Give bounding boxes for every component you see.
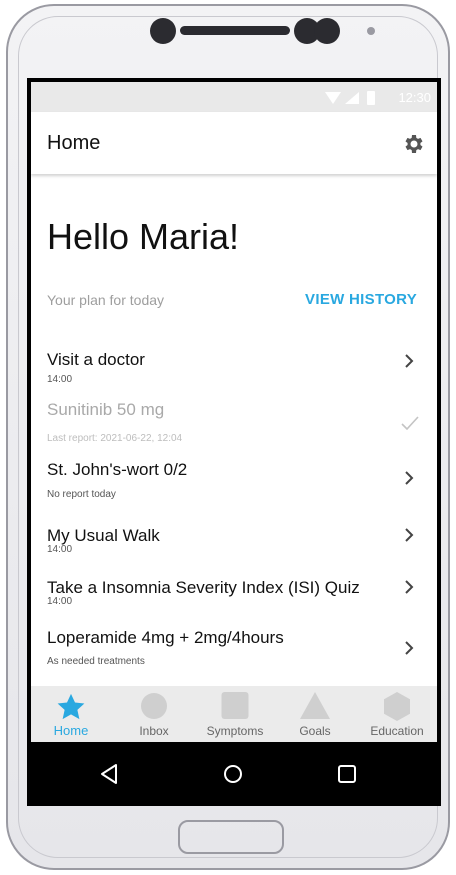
plan-item-loperamide[interactable]: Loperamide 4mg + 2mg/4hours As needed tr… (31, 628, 437, 678)
nav-label: Symptoms (206, 724, 264, 738)
square-icon (221, 692, 249, 719)
plan-item-subtitle: 14:00 (47, 544, 73, 555)
signal-icon (345, 92, 359, 104)
chevron-right-icon (405, 641, 414, 655)
phone-screen: 12:30 Home Hello Maria! Your plan for to… (27, 78, 441, 806)
view-history-link[interactable]: VIEW HISTORY (305, 291, 417, 308)
chevron-right-icon (405, 580, 414, 594)
wifi-icon (325, 92, 341, 104)
back-icon[interactable] (97, 762, 121, 786)
plan-item-subtitle: As needed treatments (47, 656, 145, 667)
sensor-dot-icon (314, 18, 340, 44)
nav-tab-goals[interactable]: Goals (275, 686, 355, 742)
nav-label: Inbox (139, 724, 169, 738)
triangle-icon (300, 692, 330, 719)
status-icons (325, 91, 375, 105)
plan-item-isi-quiz[interactable]: Take a Insomnia Severity Index (ISI) Qui… (31, 578, 437, 628)
page-title: Home (47, 132, 101, 154)
nav-tab-symptoms[interactable]: Symptoms (195, 686, 275, 742)
plan-item-st-johns-wort[interactable]: St. John's-wort 0/2 No report today (31, 460, 437, 510)
recents-icon[interactable] (335, 762, 359, 786)
home-icon[interactable] (221, 762, 245, 786)
nav-tab-home[interactable]: Home (31, 686, 111, 742)
plan-item-subtitle: 14:00 (47, 596, 73, 607)
greeting-heading: Hello Maria! (47, 216, 240, 257)
plan-item-sunitinib[interactable]: Sunitinib 50 mg Last report: 2021-06-22,… (31, 400, 437, 450)
plan-item-title: My Usual Walk (47, 526, 160, 545)
chevron-right-icon (405, 471, 414, 485)
status-bar: 12:30 (31, 82, 437, 112)
plan-item-subtitle: 14:00 (47, 374, 73, 385)
plan-item-title: Visit a doctor (47, 350, 145, 369)
bottom-navigation: Home Inbox Symptoms Goals Education (31, 686, 437, 742)
plan-item-subtitle: Last report: 2021-06-22, 12:04 (47, 433, 183, 444)
earpiece-speaker (180, 26, 290, 35)
home-content: Hello Maria! Your plan for today VIEW HI… (31, 174, 437, 686)
front-camera-icon (150, 18, 176, 44)
app-bar: Home (31, 112, 437, 174)
gear-icon[interactable] (401, 132, 425, 156)
proximity-sensor-icon (367, 27, 375, 35)
hardware-home-button[interactable] (178, 820, 284, 854)
hexagon-icon (384, 692, 410, 721)
status-time: 12:30 (398, 90, 431, 105)
plan-item-visit-doctor[interactable]: Visit a doctor 14:00 (31, 350, 437, 400)
plan-label: Your plan for today (47, 292, 165, 308)
star-icon (57, 693, 85, 720)
circle-icon (141, 693, 167, 719)
nav-tab-education[interactable]: Education (357, 686, 437, 742)
chevron-right-icon (405, 354, 414, 368)
nav-label: Goals (299, 724, 331, 738)
plan-item-usual-walk[interactable]: My Usual Walk 14:00 (31, 526, 437, 576)
nav-label: Home (53, 723, 89, 738)
nav-tab-inbox[interactable]: Inbox (114, 686, 194, 742)
plan-item-subtitle: No report today (47, 489, 116, 500)
plan-item-title: Loperamide 4mg + 2mg/4hours (47, 628, 284, 647)
battery-icon (367, 91, 375, 105)
plan-item-title: St. John's-wort 0/2 (47, 460, 188, 479)
chevron-right-icon (405, 528, 414, 542)
plan-item-title: Sunitinib 50 mg (47, 400, 165, 419)
plan-item-title: Take a Insomnia Severity Index (ISI) Qui… (47, 578, 360, 597)
system-navigation-bar (27, 742, 441, 806)
checkmark-icon (401, 416, 419, 430)
nav-label: Education (370, 724, 424, 738)
